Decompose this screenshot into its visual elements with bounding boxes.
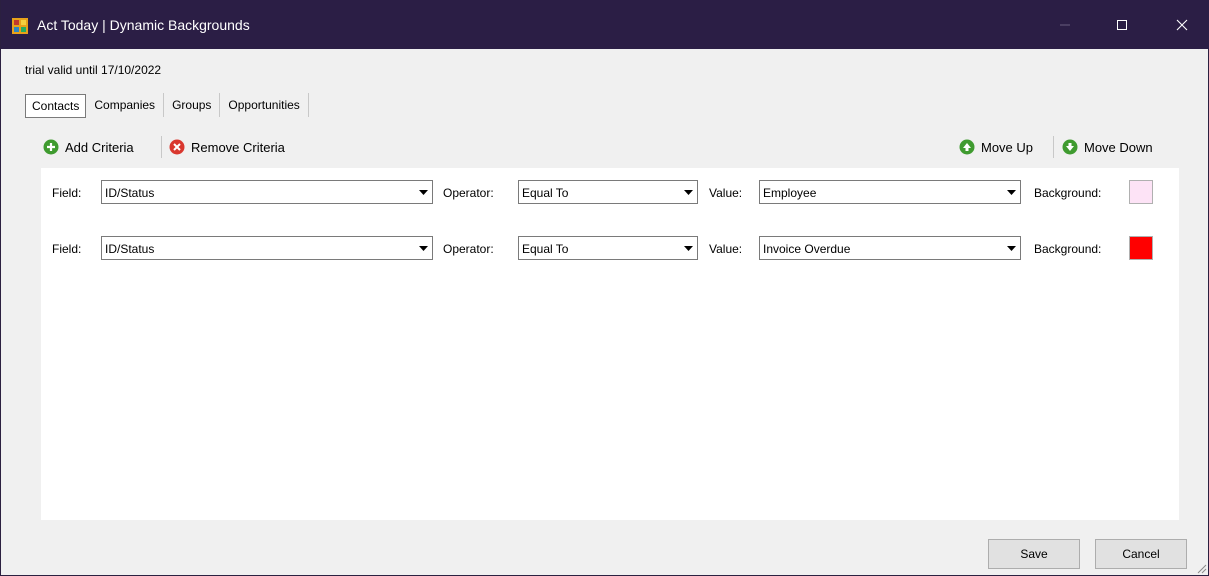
- value-label: Value:: [709, 242, 743, 256]
- operator-select[interactable]: Equal To: [518, 236, 698, 260]
- minimize-button[interactable]: [1042, 0, 1088, 49]
- operator-select[interactable]: Equal To: [518, 180, 698, 204]
- field-select[interactable]: ID/Status: [101, 236, 433, 260]
- background-label: Background:: [1034, 186, 1102, 200]
- toolbar-separator: [1053, 136, 1054, 158]
- close-icon: [1176, 19, 1188, 30]
- title-bar[interactable]: Act Today | Dynamic Backgrounds: [1, 0, 1209, 49]
- trial-status: trial valid until 17/10/2022: [25, 63, 162, 77]
- move-up-label: Move Up: [981, 139, 1034, 155]
- chevron-down-icon: [1003, 238, 1019, 258]
- operator-value: Equal To: [522, 242, 569, 256]
- field-select[interactable]: ID/Status: [101, 180, 433, 204]
- background-color-swatch[interactable]: [1129, 180, 1153, 204]
- move-down-button[interactable]: Move Down: [1062, 137, 1153, 157]
- window-title: Act Today | Dynamic Backgrounds: [37, 17, 250, 33]
- move-down-label: Move Down: [1084, 139, 1153, 155]
- close-button[interactable]: [1159, 0, 1205, 49]
- value-select[interactable]: Invoice Overdue: [759, 236, 1021, 260]
- value-label: Value:: [709, 186, 743, 200]
- criteria-row: Field: ID/Status Operator: Equal To Valu…: [41, 180, 1179, 206]
- tab-companies[interactable]: Companies: [86, 93, 165, 117]
- tab-groups[interactable]: Groups: [164, 93, 221, 117]
- remove-icon: [169, 139, 185, 155]
- field-value: ID/Status: [105, 186, 155, 200]
- add-icon: [43, 139, 59, 155]
- app-icon: [12, 18, 28, 34]
- chevron-down-icon: [415, 182, 431, 202]
- maximize-icon: [1117, 19, 1127, 30]
- chevron-down-icon: [415, 238, 431, 258]
- remove-criteria-label: Remove Criteria: [191, 139, 285, 155]
- move-up-button[interactable]: Move Up: [959, 137, 1033, 157]
- save-button[interactable]: Save: [988, 539, 1080, 569]
- field-label: Field:: [52, 242, 82, 256]
- operator-value: Equal To: [522, 186, 569, 200]
- maximize-button[interactable]: [1099, 0, 1145, 49]
- add-criteria-button[interactable]: Add Criteria: [43, 137, 134, 157]
- chevron-down-icon: [680, 182, 696, 202]
- tab-strip: Contacts Companies Groups Opportunities: [25, 93, 309, 119]
- add-criteria-label: Add Criteria: [65, 139, 134, 155]
- background-label: Background:: [1034, 242, 1102, 256]
- value-value: Invoice Overdue: [763, 242, 851, 256]
- tab-opportunities[interactable]: Opportunities: [220, 93, 309, 117]
- toolbar-separator: [161, 136, 162, 158]
- value-value: Employee: [763, 186, 817, 200]
- cancel-button[interactable]: Cancel: [1095, 539, 1187, 569]
- criteria-row: Field: ID/Status Operator: Equal To Valu…: [41, 236, 1179, 262]
- field-label: Field:: [52, 186, 82, 200]
- arrow-up-icon: [959, 139, 975, 155]
- minimize-icon: [1060, 24, 1070, 25]
- arrow-down-icon: [1062, 139, 1078, 155]
- field-value: ID/Status: [105, 242, 155, 256]
- operator-label: Operator:: [443, 186, 494, 200]
- value-select[interactable]: Employee: [759, 180, 1021, 204]
- operator-label: Operator:: [443, 242, 494, 256]
- resize-grip-icon[interactable]: [1195, 562, 1207, 574]
- criteria-panel: Field: ID/Status Operator: Equal To Valu…: [41, 168, 1179, 520]
- chevron-down-icon: [680, 238, 696, 258]
- tab-contacts[interactable]: Contacts: [25, 94, 87, 118]
- background-color-swatch[interactable]: [1129, 236, 1153, 260]
- chevron-down-icon: [1003, 182, 1019, 202]
- remove-criteria-button[interactable]: Remove Criteria: [169, 137, 285, 157]
- criteria-toolbar: Add Criteria Remove Criteria Move Up Mov…: [41, 134, 1179, 160]
- app-window: Act Today | Dynamic Backgrounds trial va…: [0, 0, 1209, 576]
